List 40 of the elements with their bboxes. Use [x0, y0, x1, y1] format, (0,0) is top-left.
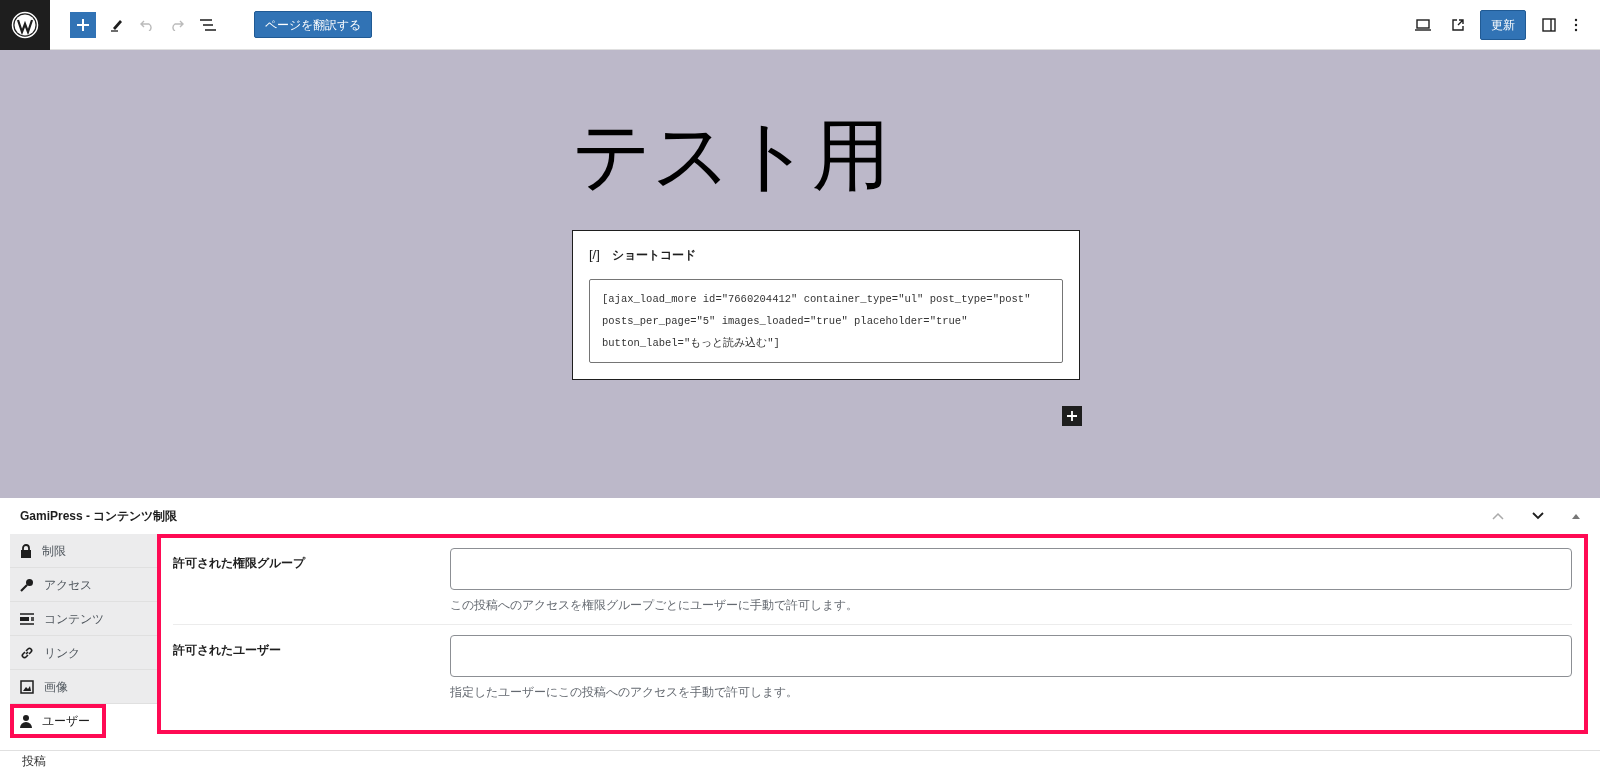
text-lines-icon: [20, 612, 34, 625]
plus-icon: [1066, 409, 1078, 422]
lock-icon: [20, 543, 32, 558]
field-label: 許可されたユーザー: [173, 642, 282, 659]
field-help-text: 指定したユーザーにこの投稿へのアクセスを手動で許可します。: [450, 684, 799, 701]
sidebar-tab[interactable]: アクセス: [10, 568, 157, 602]
input-field[interactable]: [450, 635, 1572, 677]
shortcode-block[interactable]: [/] ショートコード [ajax_load_more id="7660204412" container_type="ul" post_type="post" posts_per_page="5" images_loaded="true" placeholder="true" button_label="もっと読み込む"]: [572, 230, 1080, 380]
sidebar-tab[interactable]: リンク: [10, 636, 157, 670]
input-field[interactable]: [450, 548, 1572, 590]
link-icon: [20, 645, 34, 660]
post-title[interactable]: テスト用: [572, 105, 1080, 205]
external-link-icon[interactable]: [1451, 17, 1465, 32]
shortcode-icon: [/]: [589, 245, 600, 265]
breadcrumb[interactable]: 投稿: [22, 752, 46, 770]
wordpress-logo-icon: [11, 10, 39, 39]
sidebar-tab[interactable]: 画像: [10, 670, 157, 704]
key-icon: [20, 577, 34, 592]
user-icon: [20, 713, 32, 728]
field-label: 許可された権限グループ: [173, 555, 307, 572]
meta-box-title: GamiPress - コンテンツ制限: [20, 508, 178, 525]
sidebar-tab[interactable]: 制限: [10, 534, 157, 568]
add-block-button[interactable]: [1062, 405, 1082, 426]
shortcode-field[interactable]: [ajax_load_more id="7660204412" container_type="ul" post_type="post" posts_per_page="5" images_loaded="true" placeholder="true" button_label="もっと読み込む"]: [589, 278, 1063, 363]
chevron-down-icon[interactable]: [1532, 512, 1544, 520]
logo-tile[interactable]: [0, 0, 50, 50]
translate-button[interactable]: ページを翻訳する: [254, 11, 372, 38]
laptop-icon[interactable]: [1415, 18, 1431, 31]
sidebar-toggle-icon[interactable]: [1542, 17, 1556, 32]
sidebar-tab[interactable]: ユーザー: [10, 704, 106, 738]
field-help-text: この投稿へのアクセスを権限グループごとにユーザーに手動で許可します。: [450, 597, 859, 614]
block-label: ショートコード: [611, 246, 696, 264]
sidebar-tab[interactable]: コンテンツ: [10, 602, 157, 636]
plus-icon: [76, 17, 90, 32]
update-button[interactable]: 更新: [1480, 9, 1526, 40]
more-options-icon[interactable]: [1574, 17, 1578, 32]
list-view-icon[interactable]: [200, 18, 216, 31]
image-icon: [20, 679, 34, 694]
triangle-up-icon[interactable]: [1572, 513, 1580, 519]
pencil-icon[interactable]: [110, 17, 124, 32]
